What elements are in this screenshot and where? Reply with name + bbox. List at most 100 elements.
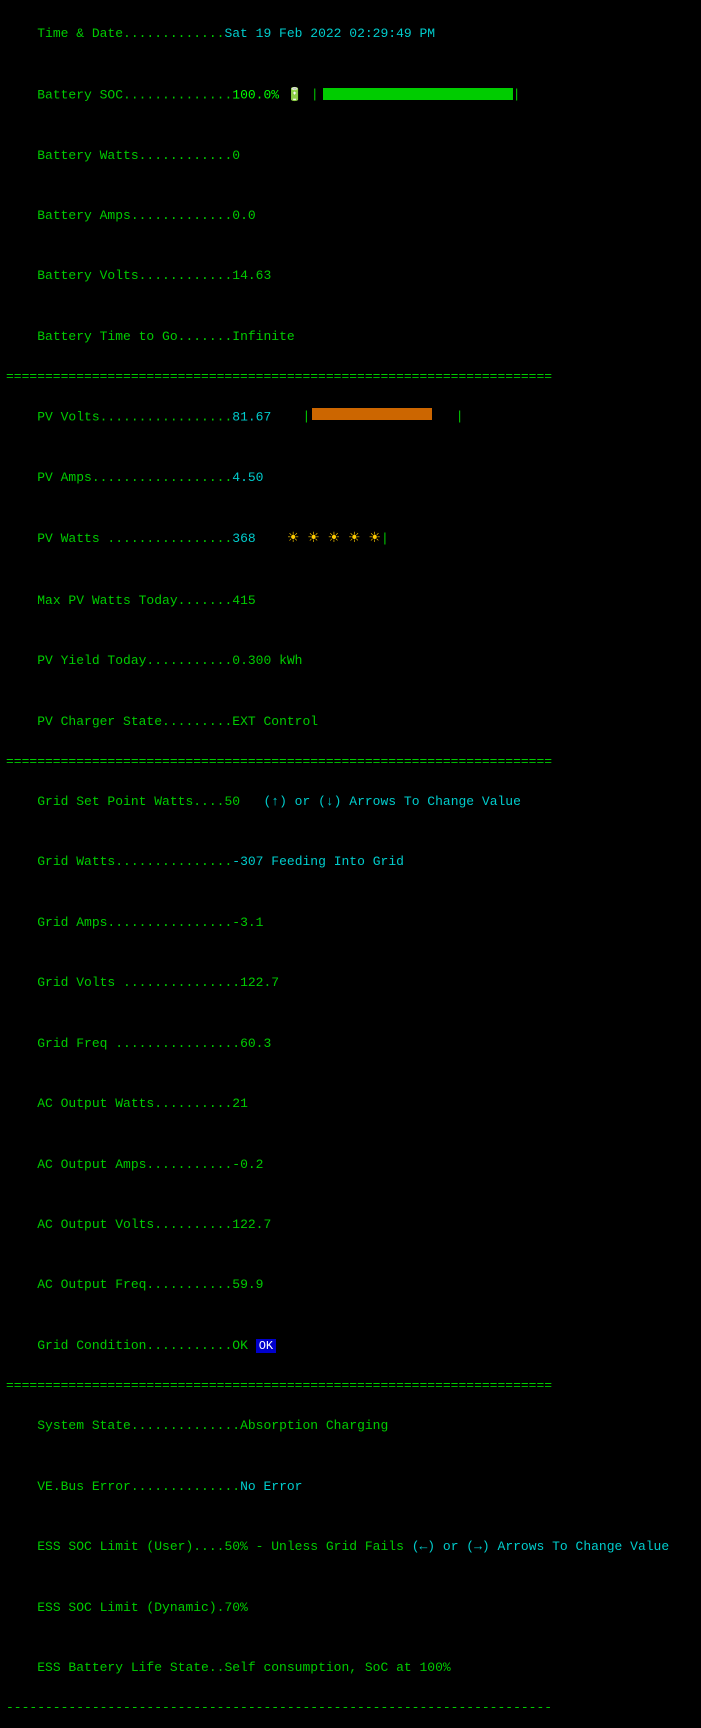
battery-soc-label: Battery SOC.............. [37, 87, 232, 102]
pv-amps-label: PV Amps.................. [37, 470, 232, 485]
pv-watts-line: PV Watts ................368 ☀ ☀ ☀ ☀ ☀| [6, 509, 695, 571]
ess-soc-user-label: ESS SOC Limit (User).... [37, 1539, 224, 1554]
ess-soc-dynamic-value: 70% [224, 1600, 247, 1615]
grid-watts-line: Grid Watts...............-307 Feeding In… [6, 832, 695, 892]
sun-icon-1: ☀ [287, 531, 300, 547]
ac-out-watts-label: AC Output Watts.......... [37, 1096, 232, 1111]
system-state-line: System State..............Absorption Cha… [6, 1396, 695, 1456]
ac-out-volts-line: AC Output Volts..........122.7 [6, 1195, 695, 1255]
battery-bar-container: || [303, 85, 520, 105]
battery-amps-value: 0.0 [232, 208, 255, 223]
battery-volts-line: Battery Volts............14.63 [6, 246, 695, 306]
pv-yield-value: 0.300 kWh [232, 653, 302, 668]
ac-out-freq-label: AC Output Freq........... [37, 1277, 232, 1292]
ac-out-volts-label: AC Output Volts.......... [37, 1217, 232, 1232]
grid-setpoint-label: Grid Set Point Watts.... [37, 794, 224, 809]
grid-setpoint-line: Grid Set Point Watts....50 (↑) or (↓) Ar… [6, 772, 695, 832]
ac-out-freq-value: 59.9 [232, 1277, 263, 1292]
pv-bar [312, 408, 432, 420]
vebus-label: VE.Bus Error.............. [37, 1479, 240, 1494]
pv-charger-label: PV Charger State......... [37, 714, 232, 729]
grid-freq-line: Grid Freq ................60.3 [6, 1014, 695, 1074]
page-up-line: Page-UP Toggle's ESS Optimized (With Bat… [6, 1719, 695, 1728]
pv-yield-line: PV Yield Today...........0.300 kWh [6, 631, 695, 691]
pv-watts-label: PV Watts ................ [37, 531, 232, 546]
pv-amps-line: PV Amps..................4.50 [6, 448, 695, 508]
vebus-value: No Error [240, 1479, 302, 1494]
system-state-value: Absorption Charging [240, 1418, 388, 1433]
pv-volts-line: PV Volts.................81.67 | | [6, 387, 695, 448]
ac-out-amps-line: AC Output Amps...........-0.2 [6, 1134, 695, 1194]
time-line: Time & Date.............Sat 19 Feb 2022 … [6, 4, 695, 64]
grid-freq-label: Grid Freq ................ [37, 1036, 240, 1051]
grid-watts-label: Grid Watts............... [37, 854, 232, 869]
pv-charger-line: PV Charger State.........EXT Control [6, 691, 695, 751]
pv-amps-value: 4.50 [232, 470, 263, 485]
pv-yield-label: PV Yield Today........... [37, 653, 232, 668]
system-state-label: System State.............. [37, 1418, 240, 1433]
pv-volts-label: PV Volts................. [37, 410, 232, 425]
ess-soc-user-hint: (←) or (→) Arrows To Change Value [412, 1539, 669, 1554]
grid-condition-label: Grid Condition........... [37, 1338, 232, 1353]
sep4: ----------------------------------------… [6, 1698, 695, 1718]
battery-amps-label: Battery Amps............. [37, 208, 232, 223]
ac-out-amps-value: -0.2 [232, 1157, 263, 1172]
grid-freq-value: 60.3 [240, 1036, 271, 1051]
grid-condition-value: OK [232, 1338, 248, 1353]
ess-soc-dynamic-line: ESS SOC Limit (Dynamic).70% [6, 1578, 695, 1638]
battery-watts-line: Battery Watts............0 [6, 125, 695, 185]
battery-time-label: Battery Time to Go....... [37, 329, 232, 344]
sun-icon-2: ☀ [307, 531, 320, 547]
time-label: Time & Date............. [37, 26, 224, 41]
max-pv-label: Max PV Watts Today....... [37, 593, 232, 608]
battery-bar [323, 88, 513, 100]
sun-icon-3: ☀ [328, 531, 341, 547]
grid-amps-value: -3.1 [232, 915, 263, 930]
ac-out-amps-label: AC Output Amps........... [37, 1157, 232, 1172]
main-container: Time & Date.............Sat 19 Feb 2022 … [6, 4, 695, 1728]
vebus-line: VE.Bus Error..............No Error [6, 1457, 695, 1517]
battery-time-line: Battery Time to Go.......Infinite [6, 307, 695, 367]
battery-amps-line: Battery Amps.............0.0 [6, 186, 695, 246]
sun-icon-5: ☀ [368, 531, 381, 547]
battery-soc-line: Battery SOC..............100.0% 🔋 || [6, 64, 695, 125]
battery-watts-value: 0 [232, 148, 240, 163]
time-value: Sat 19 Feb 2022 02:29:49 PM [224, 26, 435, 41]
ess-battery-value: Self consumption, SoC at 100% [224, 1660, 450, 1675]
ok-badge: OK [256, 1339, 276, 1353]
ac-out-freq-line: AC Output Freq...........59.9 [6, 1255, 695, 1315]
ess-soc-user-value: 50% - Unless Grid Fails [224, 1539, 403, 1554]
ess-soc-user-line: ESS SOC Limit (User)....50% - Unless Gri… [6, 1517, 695, 1577]
sep2: ========================================… [6, 752, 695, 772]
ac-out-volts-value: 122.7 [232, 1217, 271, 1232]
ess-soc-dynamic-label: ESS SOC Limit (Dynamic). [37, 1600, 224, 1615]
grid-volts-label: Grid Volts ............... [37, 975, 240, 990]
max-pv-line: Max PV Watts Today.......415 [6, 571, 695, 631]
ac-out-watts-line: AC Output Watts..........21 [6, 1074, 695, 1134]
grid-watts-status: Feeding Into Grid [271, 854, 404, 869]
grid-watts-value: -307 [232, 854, 263, 869]
battery-volts-value: 14.63 [232, 268, 271, 283]
ess-battery-label: ESS Battery Life State.. [37, 1660, 224, 1675]
grid-setpoint-hint: (↑) or (↓) Arrows To Change Value [263, 794, 520, 809]
pv-volts-value: 81.67 [232, 410, 271, 425]
sep1: ========================================… [6, 367, 695, 387]
max-pv-value: 415 [232, 593, 255, 608]
grid-volts-line: Grid Volts ...............122.7 [6, 953, 695, 1013]
battery-volts-label: Battery Volts............ [37, 268, 232, 283]
grid-setpoint-value: 50 [224, 794, 240, 809]
grid-condition-line: Grid Condition...........OK OK [6, 1316, 695, 1376]
grid-amps-line: Grid Amps................-3.1 [6, 893, 695, 953]
grid-amps-label: Grid Amps................ [37, 915, 232, 930]
pv-bar-container: | | [303, 407, 464, 427]
grid-volts-value: 122.7 [240, 975, 279, 990]
pv-charger-value: EXT Control [232, 714, 318, 729]
sep3: ========================================… [6, 1376, 695, 1396]
ess-battery-line: ESS Battery Life State..Self consumption… [6, 1638, 695, 1698]
battery-soc-value: 100.0% [232, 87, 279, 102]
pv-watts-value: 368 [232, 531, 255, 546]
battery-watts-label: Battery Watts............ [37, 148, 232, 163]
sun-icon-4: ☀ [348, 531, 361, 547]
battery-icon: 🔋 [287, 87, 303, 102]
ac-out-watts-value: 21 [232, 1096, 248, 1111]
